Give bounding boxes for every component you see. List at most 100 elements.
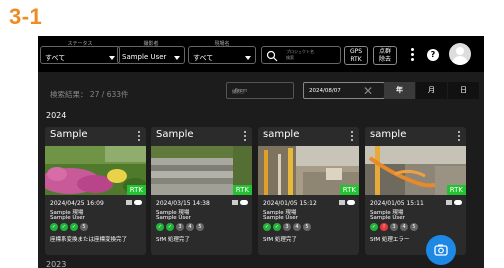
card-status: SfM 処理完了 <box>263 237 297 243</box>
year-heading: 2024 <box>46 111 67 120</box>
card-thumbnail[interactable]: RTK <box>151 146 252 195</box>
card-title: sample <box>263 129 300 140</box>
card-user: Sample User <box>156 215 191 221</box>
card-type-icons <box>126 199 142 206</box>
date-label: 撮影日 <box>232 89 244 94</box>
progress-steps: ✓ ✓ 3 4 5 <box>263 223 313 232</box>
cloud-icon <box>134 200 142 205</box>
shooter-dropdown-box[interactable]: Sample User <box>117 46 185 64</box>
folder-icon <box>126 200 132 205</box>
status-dropdown-box[interactable]: すべて <box>40 46 120 64</box>
card-status: SfM 処理完了 <box>156 237 190 243</box>
card-type-icons <box>446 199 462 206</box>
camera-add-icon <box>434 244 448 256</box>
step-check-icon: ✓ <box>273 223 281 231</box>
chevron-down-icon <box>245 56 251 60</box>
step-pending-icon: 3 <box>390 223 398 231</box>
step-check-icon: ✓ <box>370 223 378 231</box>
card-type-icons <box>232 199 248 206</box>
card-menu-icon[interactable] <box>458 131 460 143</box>
card-title: Sample <box>50 129 88 140</box>
card-thumbnail[interactable]: RTK <box>45 146 146 195</box>
progress-steps: ✓ ✓ ✓ 5 <box>50 223 90 232</box>
card-menu-icon[interactable] <box>138 131 140 143</box>
gps-rtk-button[interactable]: GPS RTK <box>344 46 368 65</box>
rtk-badge: RTK <box>126 185 146 195</box>
card-date: 2024/01/05 15:12 <box>263 200 317 207</box>
add-photo-fab[interactable] <box>426 235 456 265</box>
step-check-icon: ✓ <box>60 223 68 231</box>
step-pending-icon: 5 <box>80 223 88 231</box>
card-thumbnail[interactable]: RTK <box>365 146 466 195</box>
card-title: sample <box>370 129 407 140</box>
rtk-badge: RTK <box>339 185 359 195</box>
project-card[interactable]: Sample RTK 2024/04/25 16:09 Sample 現場 Sa… <box>45 127 146 255</box>
figure-caption: 3-1 <box>9 4 43 29</box>
progress-steps: ✓! 3 4 5 <box>370 223 420 232</box>
step-pending-icon: 4 <box>400 223 408 231</box>
cloud-icon <box>347 200 355 205</box>
step-pending-icon: 4 <box>293 223 301 231</box>
project-card[interactable]: Sample RTK 2024/03/15 14:38 Sample 現場 Sa… <box>151 127 252 255</box>
rtk-badge: RTK <box>232 185 252 195</box>
status-dropdown[interactable]: ステータス すべて <box>40 41 120 65</box>
status-dropdown-value: すべて <box>45 54 66 62</box>
folder-icon <box>339 200 345 205</box>
date-to-value: 2024/08/07 <box>309 88 341 94</box>
step-check-icon: ✓ <box>263 223 271 231</box>
chevron-down-icon <box>174 56 180 60</box>
card-status: 座標系変換または座標変換完了 <box>50 237 128 243</box>
step-pending-icon: 3 <box>176 223 184 231</box>
step-check-icon: ✓ <box>166 223 174 231</box>
progress-steps: ✓ ✓ 3 4 5 <box>156 223 206 232</box>
search-results-count: 検索結果： 27 / 633件 <box>50 90 129 99</box>
card-menu-icon[interactable] <box>351 131 353 143</box>
year-heading: 2023 <box>46 260 67 268</box>
cloud-icon <box>454 200 462 205</box>
card-user: Sample User <box>370 215 405 221</box>
card-title: Sample <box>156 129 194 140</box>
help-icon[interactable]: ? <box>427 49 439 61</box>
avatar[interactable] <box>449 43 471 65</box>
step-pending-icon: 3 <box>283 223 291 231</box>
cloud-icon <box>240 200 248 205</box>
project-search-input[interactable]: プロジェクト名 検索 <box>261 46 341 64</box>
rtk-badge: RTK <box>446 185 466 195</box>
step-check-icon: ✓ <box>50 223 58 231</box>
folder-icon <box>446 200 452 205</box>
site-dropdown[interactable]: 現場名 すべて <box>188 41 256 65</box>
segment-year[interactable]: 年 <box>384 82 415 99</box>
project-card[interactable]: sample RTK 2024/01/05 15:12 Sample 現場 Sa… <box>258 127 359 255</box>
card-date: 2024/04/25 16:09 <box>50 200 104 207</box>
card-status: SfM 処理エラー <box>370 237 410 243</box>
card-user: Sample User <box>263 215 298 221</box>
chevron-down-icon <box>109 56 115 60</box>
segment-month[interactable]: 月 <box>416 82 447 99</box>
more-menu-icon[interactable] <box>411 48 415 62</box>
top-toolbar: ステータス すべて 撮影者 Sample User 現場名 すべて プロジェクト… <box>38 36 484 72</box>
search-icon <box>266 50 278 62</box>
site-dropdown-value: すべて <box>193 54 214 62</box>
site-dropdown-box[interactable]: すべて <box>188 46 256 64</box>
point-cloud-remove-button[interactable]: 点群 除去 <box>373 46 397 65</box>
shooter-dropdown[interactable]: 撮影者 Sample User <box>117 41 185 65</box>
project-card[interactable]: sample RTK 2024/01/05 15:11 Sample 現場 Sa… <box>365 127 466 255</box>
step-pending-icon: 5 <box>303 223 311 231</box>
card-date: 2024/03/15 14:38 <box>156 200 210 207</box>
date-to-input[interactable]: 2024/08/07 ✕ <box>303 82 385 99</box>
clear-date-icon[interactable]: ✕ <box>363 84 373 98</box>
step-pending-icon: 5 <box>410 223 418 231</box>
card-type-icons <box>339 199 355 206</box>
card-thumbnail[interactable]: RTK <box>258 146 359 195</box>
step-check-icon: ✓ <box>156 223 164 231</box>
card-menu-icon[interactable] <box>244 131 246 143</box>
segment-day[interactable]: 日 <box>448 82 479 99</box>
card-user: Sample User <box>50 215 85 221</box>
search-placeholder: プロジェクト名 検索 <box>286 49 314 60</box>
card-date: 2024/01/05 15:11 <box>370 200 424 207</box>
app-window: ステータス すべて 撮影者 Sample User 現場名 すべて プロジェクト… <box>38 36 484 268</box>
step-pending-icon: 5 <box>196 223 204 231</box>
step-pending-icon: 4 <box>186 223 194 231</box>
step-check-icon: ✓ <box>70 223 78 231</box>
step-error-icon: ! <box>380 223 388 231</box>
